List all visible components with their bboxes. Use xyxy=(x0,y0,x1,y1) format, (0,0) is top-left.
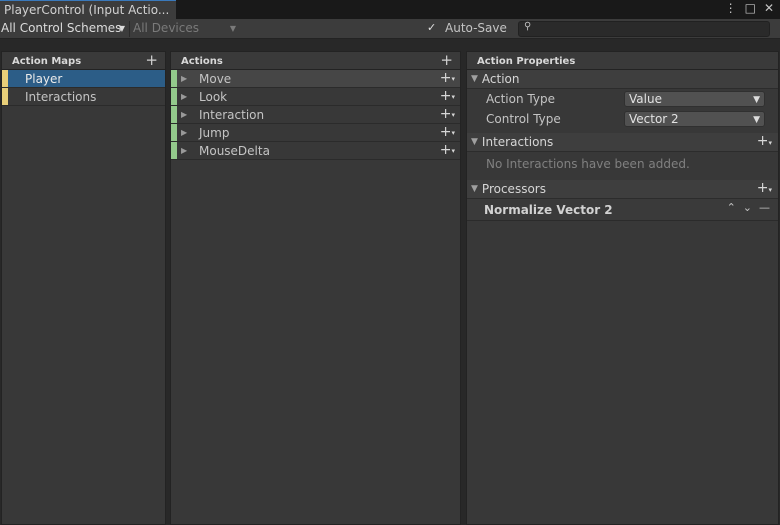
action-type-field: Action Type Value ▼ xyxy=(467,89,778,109)
action-item-mousedelta[interactable]: ▶ MouseDelta +▾ xyxy=(171,142,460,160)
collapse-triangle-icon[interactable]: ▼ xyxy=(471,184,478,194)
add-interaction-icon[interactable]: +▾ xyxy=(757,133,772,149)
window-tab-title: PlayerControl (Input Actio... xyxy=(4,3,170,17)
expand-triangle-icon[interactable]: ▶ xyxy=(181,110,190,119)
action-type-dropdown[interactable]: Value ▼ xyxy=(624,91,765,107)
move-down-icon[interactable]: ⌄ xyxy=(743,201,752,214)
autosave-toggle[interactable]: ✓ Auto-Save xyxy=(427,21,507,35)
actions-pane: Actions + ▶ Move +▾ ▶ Look +▾ ▶ Interact… xyxy=(170,51,461,525)
add-binding-icon[interactable]: +▾ xyxy=(440,124,455,140)
chevron-down-icon: ▼ xyxy=(118,24,125,33)
add-binding-icon[interactable]: +▾ xyxy=(440,106,455,122)
add-action-icon[interactable]: + xyxy=(440,51,453,69)
action-item-interaction[interactable]: ▶ Interaction +▾ xyxy=(171,106,460,124)
add-binding-icon[interactable]: +▾ xyxy=(440,88,455,104)
expand-triangle-icon[interactable]: ▶ xyxy=(181,74,190,83)
toolbar: All Control Schemes ▼ All Devices ▼ ✓ Au… xyxy=(0,19,780,39)
action-label: Interaction xyxy=(199,107,265,122)
control-type-dropdown[interactable]: Vector 2 ▼ xyxy=(624,111,765,127)
action-maps-title: Action Maps xyxy=(12,56,82,67)
search-input[interactable]: ⚲ xyxy=(518,21,770,37)
control-schemes-dropdown[interactable]: All Control Schemes ▼ xyxy=(1,21,128,37)
interactions-section-title: Interactions xyxy=(481,135,554,149)
action-properties-pane: Action Properties ▼ Action Action Type V… xyxy=(466,51,779,525)
interactions-section-header[interactable]: ▼ Interactions +▾ xyxy=(467,133,778,152)
action-maps-header: Action Maps + xyxy=(2,51,165,70)
action-color-stripe xyxy=(171,88,177,105)
action-label: Look xyxy=(199,89,228,104)
devices-label: All Devices xyxy=(133,21,199,35)
collapse-triangle-icon[interactable]: ▼ xyxy=(471,74,478,84)
add-binding-icon[interactable]: +▾ xyxy=(440,142,455,158)
interactions-empty-message: No Interactions have been added. xyxy=(486,157,690,171)
action-color-stripe xyxy=(171,124,177,141)
expand-triangle-icon[interactable]: ▶ xyxy=(181,146,190,155)
control-type-field: Control Type Vector 2 ▼ xyxy=(467,109,778,129)
expand-triangle-icon[interactable]: ▶ xyxy=(181,92,190,101)
remove-icon[interactable]: — xyxy=(759,201,770,214)
action-map-label: Interactions xyxy=(25,89,97,104)
action-item-move[interactable]: ▶ Move +▾ xyxy=(171,70,460,88)
action-map-label: Player xyxy=(25,71,63,86)
action-item-look[interactable]: ▶ Look +▾ xyxy=(171,88,460,106)
action-properties-header: Action Properties xyxy=(467,52,778,70)
checkbox-checked-icon[interactable]: ✓ xyxy=(427,22,439,34)
action-label: MouseDelta xyxy=(199,143,270,158)
add-processor-icon[interactable]: +▾ xyxy=(757,180,772,196)
add-action-map-icon[interactable]: + xyxy=(145,51,158,69)
control-type-value: Vector 2 xyxy=(629,112,679,126)
window-controls: ⋮ □ ✕ xyxy=(725,1,774,15)
action-item-jump[interactable]: ▶ Jump +▾ xyxy=(171,124,460,142)
action-section-header[interactable]: ▼ Action xyxy=(467,70,778,89)
maximize-icon[interactable]: □ xyxy=(745,1,756,15)
chevron-down-icon: ▼ xyxy=(753,115,760,125)
action-color-stripe xyxy=(171,142,177,159)
map-color-stripe xyxy=(2,88,8,105)
processor-label: Normalize Vector 2 xyxy=(484,203,613,217)
window-tab[interactable]: PlayerControl (Input Actio... xyxy=(0,0,176,19)
action-type-label: Action Type xyxy=(486,92,555,106)
map-color-stripe xyxy=(2,70,8,87)
action-type-value: Value xyxy=(629,92,662,106)
actions-title: Actions xyxy=(181,56,223,67)
control-type-label: Control Type xyxy=(486,112,561,126)
devices-dropdown[interactable]: All Devices ▼ xyxy=(129,21,239,37)
action-properties-title: Action Properties xyxy=(477,56,576,67)
control-schemes-label: All Control Schemes xyxy=(1,21,122,35)
processors-section-header[interactable]: ▼ Processors +▾ xyxy=(467,180,778,199)
processors-section-title: Processors xyxy=(481,182,546,196)
collapse-triangle-icon[interactable]: ▼ xyxy=(471,137,478,147)
action-section-title: Action xyxy=(481,72,520,86)
close-icon[interactable]: ✕ xyxy=(764,1,774,15)
action-map-item-interactions[interactable]: Interactions xyxy=(2,88,165,106)
action-color-stripe xyxy=(171,70,177,87)
add-binding-icon[interactable]: +▾ xyxy=(440,70,455,86)
actions-header: Actions + xyxy=(171,51,460,70)
autosave-label: Auto-Save xyxy=(445,21,507,35)
kebab-icon[interactable]: ⋮ xyxy=(725,1,737,15)
action-map-item-player[interactable]: Player xyxy=(2,70,165,88)
chevron-down-icon: ▼ xyxy=(753,95,760,105)
action-color-stripe xyxy=(171,106,177,123)
expand-triangle-icon[interactable]: ▶ xyxy=(181,128,190,137)
action-label: Move xyxy=(199,71,232,86)
processor-item[interactable]: Normalize Vector 2 ⌃ ⌄ — xyxy=(467,199,778,221)
move-up-icon[interactable]: ⌃ xyxy=(727,201,736,214)
chevron-down-icon: ▼ xyxy=(229,24,236,33)
processor-controls: ⌃ ⌄ — xyxy=(727,201,770,214)
action-label: Jump xyxy=(199,125,230,140)
search-icon: ⚲ xyxy=(524,21,532,32)
action-maps-pane: Action Maps + Player Interactions xyxy=(1,51,166,525)
window-tab-bar: PlayerControl (Input Actio... ⋮ □ ✕ xyxy=(0,0,780,19)
